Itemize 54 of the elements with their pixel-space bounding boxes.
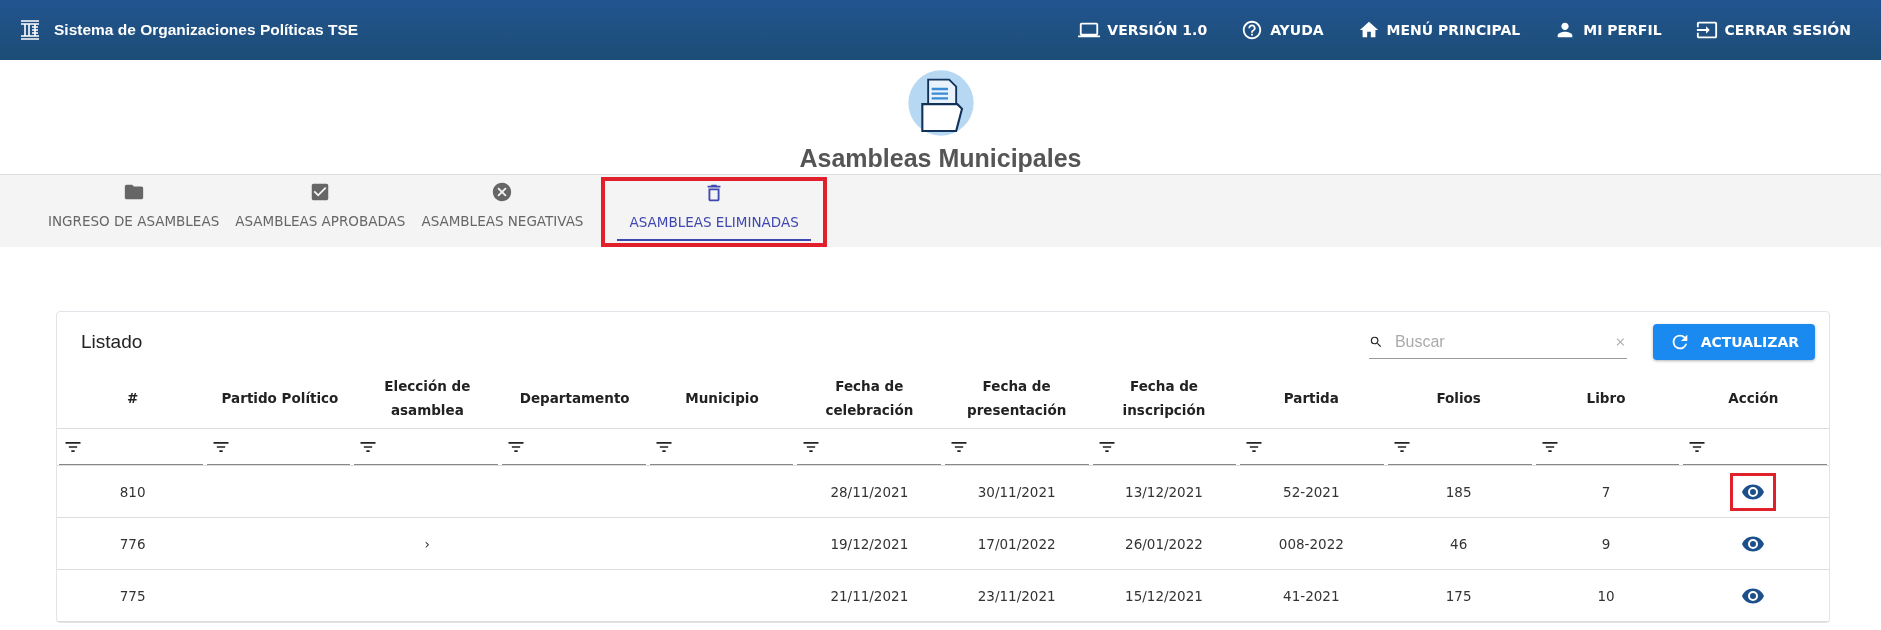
view-button[interactable] [1733, 475, 1774, 508]
column-header[interactable]: Fecha de celebración [795, 374, 943, 422]
page-title: Asambleas Municipales [799, 144, 1082, 173]
column-header[interactable]: # [59, 386, 207, 410]
table-cell: 776 [119, 535, 146, 552]
help-icon [1241, 19, 1264, 41]
table-cell: 46 [1450, 535, 1468, 552]
table-cell: 52-2021 [1283, 483, 1340, 500]
table-cell: 41-2021 [1283, 587, 1340, 604]
table-cell: 19/12/2021 [830, 535, 909, 552]
column-header[interactable]: Folios [1385, 386, 1533, 410]
refresh-button[interactable]: ACTUALIZAR [1652, 324, 1815, 360]
column-header[interactable]: Libro [1532, 386, 1680, 410]
table-cell: 175 [1445, 587, 1472, 604]
table-cell: 21/11/2021 [830, 587, 909, 604]
table-cell: 185 [1445, 483, 1472, 500]
nav-button[interactable]: VERSIÓN 1.0 [1066, 13, 1220, 47]
nav-button[interactable]: MI PERFIL [1542, 13, 1674, 47]
table-cell: 28/11/2021 [830, 483, 909, 500]
table-cell: › [424, 535, 430, 552]
folder-document-icon [905, 68, 976, 138]
table-cell: 7 [1601, 483, 1611, 500]
nav-button[interactable]: AYUDA [1229, 13, 1336, 47]
column-header[interactable]: Fecha de inscripción [1090, 374, 1238, 422]
column-header[interactable]: Elección de asamblea [353, 374, 501, 422]
column-header[interactable]: Partida [1237, 386, 1385, 410]
column-header[interactable]: Municipio [648, 386, 796, 410]
table-cell: 23/11/2021 [977, 587, 1056, 604]
table-cell: 810 [119, 483, 146, 500]
logo-icon [18, 18, 42, 42]
tab[interactable]: ASAMBLEAS NEGATIVAS [413, 175, 592, 247]
cancel-icon [491, 180, 514, 203]
column-header[interactable]: Departamento [501, 386, 649, 410]
table-cell: 10 [1597, 587, 1615, 604]
table-cell: 9 [1601, 535, 1611, 552]
table-cell: 13/12/2021 [1125, 483, 1203, 500]
table-cell: 30/11/2021 [977, 483, 1056, 500]
column-header[interactable]: Partido Político [206, 386, 354, 410]
tab[interactable]: INGRESO DE ASAMBLEAS [40, 175, 228, 247]
table-cell: 15/12/2021 [1125, 587, 1203, 604]
column-header[interactable]: Acción [1679, 386, 1827, 410]
app-title: Sistema de Organizaciones Políticas TSE [54, 21, 359, 39]
table-cell: 008-2022 [1278, 535, 1344, 552]
column-header[interactable]: Fecha de presentación [943, 374, 1091, 422]
nav-button[interactable]: MENÚ PRINCIPAL [1345, 13, 1533, 47]
table-cell: 775 [119, 587, 146, 604]
logout-icon [1695, 19, 1718, 41]
tab[interactable]: ASAMBLEAS APROBADAS [227, 175, 414, 247]
card-title: Listado [81, 331, 143, 353]
nav-button[interactable]: CERRAR SESIÓN [1683, 13, 1863, 47]
table-cell: 17/01/2022 [977, 535, 1056, 552]
search-field[interactable]: Buscar [1392, 331, 1604, 352]
table-cell: 26/01/2022 [1125, 535, 1203, 552]
tab[interactable]: ASAMBLEAS ELIMINADAS [601, 177, 827, 247]
